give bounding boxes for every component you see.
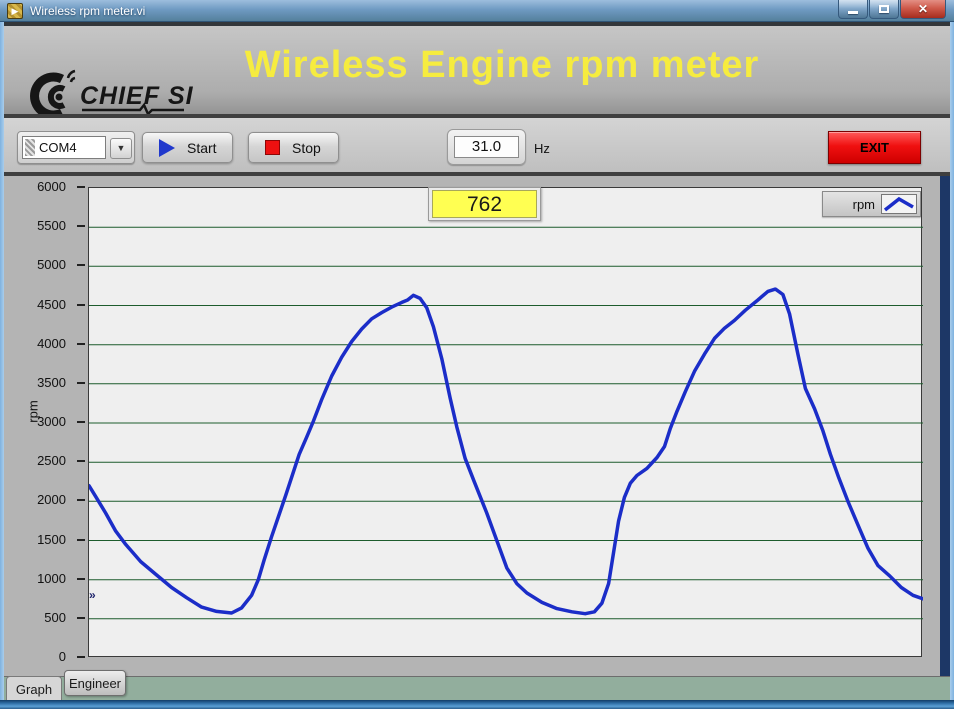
com-port-field[interactable]: COM4 bbox=[22, 136, 106, 159]
y-axis-tick-mark bbox=[77, 225, 85, 227]
header: CHIEF SI Wireless Engine rpm meter bbox=[4, 26, 950, 114]
legend-line-icon[interactable] bbox=[881, 194, 917, 214]
start-button-label: Start bbox=[187, 140, 217, 156]
legend-label: rpm bbox=[853, 197, 875, 212]
tab-strip bbox=[4, 676, 950, 700]
minimize-icon bbox=[848, 11, 858, 14]
window-border-left bbox=[0, 22, 4, 709]
exit-button[interactable]: EXIT bbox=[828, 131, 921, 164]
dropdown-arrow-icon[interactable]: ▼ bbox=[110, 138, 132, 159]
stop-icon bbox=[265, 140, 280, 155]
panel-right-edge bbox=[940, 176, 950, 700]
window-border-right bbox=[950, 22, 954, 709]
titlebar[interactable]: ▶ Wireless rpm meter.vi ✕ bbox=[0, 0, 954, 22]
start-button[interactable]: Start bbox=[142, 132, 233, 163]
y-axis-tick-label: 5500 bbox=[16, 218, 66, 234]
rpm-waveform-chart bbox=[88, 187, 922, 657]
y-axis-tick-label: 500 bbox=[16, 610, 66, 626]
frequency-unit-label: Hz bbox=[534, 141, 550, 156]
y-axis-tick-mark bbox=[77, 539, 85, 541]
y-axis-tick-label: 1500 bbox=[16, 532, 66, 548]
tab-engineer[interactable]: Engineer bbox=[64, 670, 126, 696]
window-title: Wireless rpm meter.vi bbox=[30, 4, 145, 18]
maximize-button[interactable] bbox=[869, 0, 899, 19]
stop-button[interactable]: Stop bbox=[248, 132, 339, 163]
y-axis-tick-mark bbox=[77, 186, 85, 188]
rpm-readout: 762 bbox=[432, 190, 537, 218]
y-axis-tick-mark bbox=[77, 382, 85, 384]
y-axis-tick-mark bbox=[77, 460, 85, 462]
frequency-value[interactable]: 31.0 bbox=[454, 136, 519, 158]
y-axis-tick-label: 3000 bbox=[16, 414, 66, 430]
plot-legend[interactable]: rpm bbox=[822, 191, 921, 217]
com-port-value: COM4 bbox=[39, 140, 77, 155]
tab-graph[interactable]: Graph bbox=[6, 676, 62, 700]
y-axis-tick-label: 2000 bbox=[16, 492, 66, 508]
close-icon: ✕ bbox=[918, 2, 928, 16]
visa-resource-icon bbox=[25, 139, 35, 156]
labview-vi-icon: ▶ bbox=[7, 3, 23, 19]
y-axis-tick-label: 2500 bbox=[16, 453, 66, 469]
minimize-button[interactable] bbox=[838, 0, 868, 19]
y-axis-tick-label: 1000 bbox=[16, 571, 66, 587]
y-axis-tick-mark bbox=[77, 617, 85, 619]
y-axis-tick-label: 0 bbox=[16, 649, 66, 665]
y-axis-tick-mark bbox=[77, 421, 85, 423]
y-axis-tick-label: 4000 bbox=[16, 336, 66, 352]
application-window: ▶ Wireless rpm meter.vi ✕ CHIEF SI Wirel… bbox=[0, 0, 954, 709]
y-axis-tick-mark bbox=[77, 343, 85, 345]
window-controls: ✕ bbox=[838, 0, 946, 19]
current-value-marker-icon: » bbox=[89, 588, 96, 602]
y-axis-tick-label: 4500 bbox=[16, 297, 66, 313]
maximize-icon bbox=[879, 5, 889, 13]
page-title: Wireless Engine rpm meter bbox=[182, 44, 822, 87]
y-axis-tick-label: 5000 bbox=[16, 257, 66, 273]
y-axis-tick-label: 6000 bbox=[16, 179, 66, 195]
frequency-control[interactable]: 31.0 bbox=[447, 129, 526, 165]
rpm-readout-frame: 762 bbox=[428, 187, 541, 221]
close-button[interactable]: ✕ bbox=[900, 0, 946, 19]
window-border-bottom bbox=[0, 700, 954, 709]
y-axis-tick-mark bbox=[77, 578, 85, 580]
y-axis-tick-mark bbox=[77, 264, 85, 266]
y-axis-tick-label: 3500 bbox=[16, 375, 66, 391]
stop-button-label: Stop bbox=[292, 140, 321, 156]
com-port-select[interactable]: COM4 ▼ bbox=[17, 131, 135, 164]
exit-button-label: EXIT bbox=[860, 140, 889, 155]
y-axis-tick-mark bbox=[77, 499, 85, 501]
y-axis-tick-mark bbox=[77, 656, 85, 658]
svg-text:CHIEF SI: CHIEF SI bbox=[80, 82, 194, 110]
play-icon bbox=[159, 139, 175, 157]
rpm-curve bbox=[89, 188, 923, 658]
y-axis-tick-mark bbox=[77, 304, 85, 306]
